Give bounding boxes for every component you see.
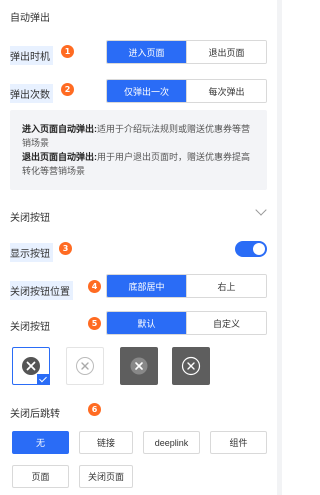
selected-check-icon bbox=[37, 374, 50, 385]
close-icon-option-4[interactable] bbox=[172, 347, 210, 385]
popup-count-segmented: 仅弹出一次 每次弹出 bbox=[106, 79, 267, 103]
close-square-dark-icon bbox=[130, 357, 148, 375]
popup-count-every-time[interactable]: 每次弹出 bbox=[186, 80, 266, 102]
close-position-segmented: 底部居中 右上 bbox=[106, 274, 267, 298]
after-close-label: 关闭后跳转 bbox=[10, 409, 60, 420]
after-close-option-component[interactable]: 组件 bbox=[210, 431, 267, 454]
after-close-option-page[interactable]: 页面 bbox=[12, 465, 69, 488]
step-badge-5: 5 bbox=[88, 317, 101, 330]
close-position-label: 关闭按钮位置 bbox=[10, 281, 73, 300]
close-style-custom[interactable]: 自定义 bbox=[186, 312, 266, 334]
close-circle-outline-icon bbox=[76, 357, 94, 375]
close-circle-icon bbox=[22, 357, 40, 375]
popup-timing-label: 弹出时机 bbox=[10, 46, 53, 65]
notice-enter-title: 进入页面自动弹出: bbox=[22, 124, 97, 134]
popup-count-once[interactable]: 仅弹出一次 bbox=[107, 80, 186, 102]
step-badge-4: 4 bbox=[88, 280, 101, 293]
close-icon-option-2[interactable] bbox=[66, 347, 104, 385]
step-badge-2: 2 bbox=[61, 83, 74, 96]
close-icon-option-1[interactable] bbox=[12, 347, 50, 385]
popup-timing-exit-page[interactable]: 退出页面 bbox=[186, 41, 266, 63]
show-button-toggle[interactable] bbox=[235, 241, 267, 257]
section-title-auto-popup: 自动弹出 bbox=[10, 13, 50, 24]
chevron-down-icon[interactable] bbox=[255, 204, 267, 216]
step-badge-6: 6 bbox=[88, 403, 101, 416]
section-title-close-button: 关闭按钮 bbox=[10, 213, 50, 224]
popup-count-label: 弹出次数 bbox=[10, 84, 53, 103]
panel-right-edge bbox=[277, 0, 282, 495]
close-circle-dark-icon bbox=[181, 356, 201, 376]
show-button-label: 显示按钮 bbox=[10, 243, 53, 262]
after-close-option-link[interactable]: 链接 bbox=[79, 431, 133, 454]
popup-timing-segmented: 进入页面 退出页面 bbox=[106, 40, 267, 64]
toggle-knob bbox=[253, 243, 265, 255]
popup-help-notice: 进入页面自动弹出:适用于介绍玩法规则或赠送优惠券等营销场景 退出页面自动弹出:用… bbox=[10, 110, 267, 190]
after-close-option-none[interactable]: 无 bbox=[12, 431, 69, 454]
close-icon-option-3[interactable] bbox=[120, 347, 158, 385]
notice-exit-title: 退出页面自动弹出: bbox=[22, 152, 97, 162]
close-position-top-right[interactable]: 右上 bbox=[186, 275, 266, 297]
step-badge-3: 3 bbox=[59, 242, 72, 255]
after-close-option-deeplink[interactable]: deeplink bbox=[143, 431, 200, 454]
popup-timing-enter-page[interactable]: 进入页面 bbox=[107, 41, 186, 63]
notice-exit-paragraph: 退出页面自动弹出:用于用户退出页面时，赠送优惠券提高转化等营销场景 bbox=[22, 150, 257, 178]
close-style-default[interactable]: 默认 bbox=[107, 312, 186, 334]
step-badge-1: 1 bbox=[61, 45, 74, 58]
after-close-option-close-page[interactable]: 关闭页面 bbox=[79, 465, 133, 488]
close-style-segmented: 默认 自定义 bbox=[106, 311, 267, 335]
notice-enter-paragraph: 进入页面自动弹出:适用于介绍玩法规则或赠送优惠券等营销场景 bbox=[22, 122, 257, 150]
close-style-label: 关闭按钮 bbox=[10, 322, 50, 333]
close-position-bottom-center[interactable]: 底部居中 bbox=[107, 275, 186, 297]
